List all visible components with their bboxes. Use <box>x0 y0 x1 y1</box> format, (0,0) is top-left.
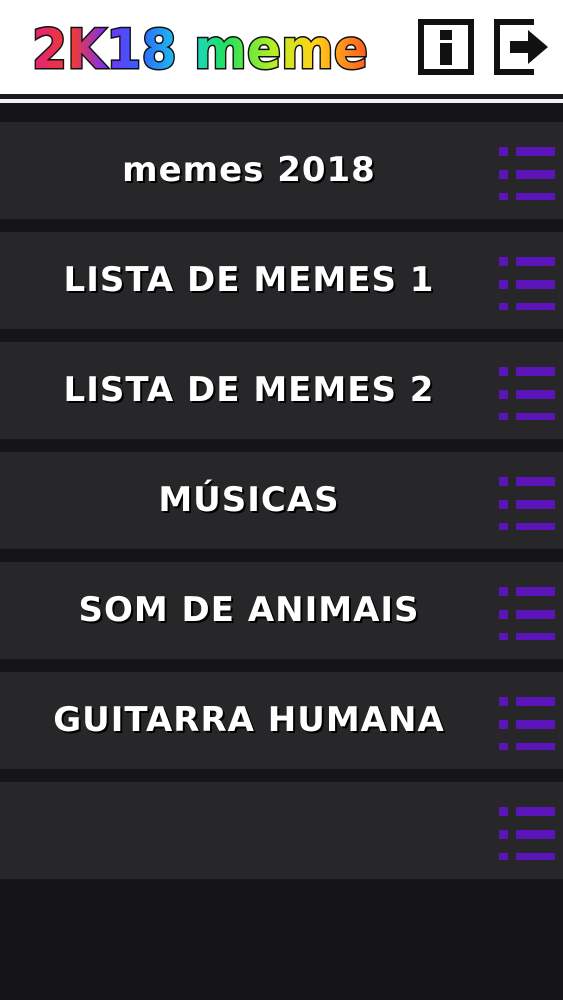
menu-item-lista-de-memes-1[interactable]: LISTA DE MEMES 1 <box>0 232 563 329</box>
list-icon <box>499 690 555 750</box>
menu-item-label: LISTA DE MEMES 1 <box>63 260 435 300</box>
header-divider-light <box>0 99 563 103</box>
exit-icon <box>494 19 548 75</box>
menu-item-guitarra-humana[interactable]: GUITARRA HUMANA <box>0 672 563 769</box>
header-bar: 2K18 meme <box>0 0 563 94</box>
menu-item-musicas[interactable]: MÚSICAS <box>0 452 563 549</box>
menu-list: memes 2018 LISTA DE MEMES 1 LISTA DE MEM… <box>0 122 563 892</box>
app-logo: 2K18 meme <box>28 14 373 83</box>
list-icon <box>499 250 555 310</box>
list-icon <box>499 800 555 860</box>
list-icon <box>499 360 555 420</box>
menu-item-label: SOM DE ANIMAIS <box>78 590 420 630</box>
info-button[interactable] <box>418 19 474 75</box>
menu-item-label <box>0 782 498 879</box>
info-icon <box>418 19 474 75</box>
menu-item-empty[interactable] <box>0 782 563 879</box>
logo-text: 2K18 meme <box>32 18 368 81</box>
list-icon <box>499 580 555 640</box>
menu-item-label: GUITARRA HUMANA <box>53 700 445 740</box>
menu-item-label: memes 2018 <box>122 150 376 190</box>
menu-item-label: MÚSICAS <box>158 480 340 520</box>
list-icon <box>499 470 555 530</box>
menu-item-label: LISTA DE MEMES 2 <box>63 370 435 410</box>
menu-item-lista-de-memes-2[interactable]: LISTA DE MEMES 2 <box>0 342 563 439</box>
app-screen: 2K18 meme memes 2018 LISTA DE MEMES 1 LI… <box>0 0 563 1000</box>
menu-item-som-de-animais[interactable]: SOM DE ANIMAIS <box>0 562 563 659</box>
exit-button[interactable] <box>494 19 552 75</box>
menu-item-memes-2018[interactable]: memes 2018 <box>0 122 563 219</box>
list-icon <box>499 140 555 200</box>
